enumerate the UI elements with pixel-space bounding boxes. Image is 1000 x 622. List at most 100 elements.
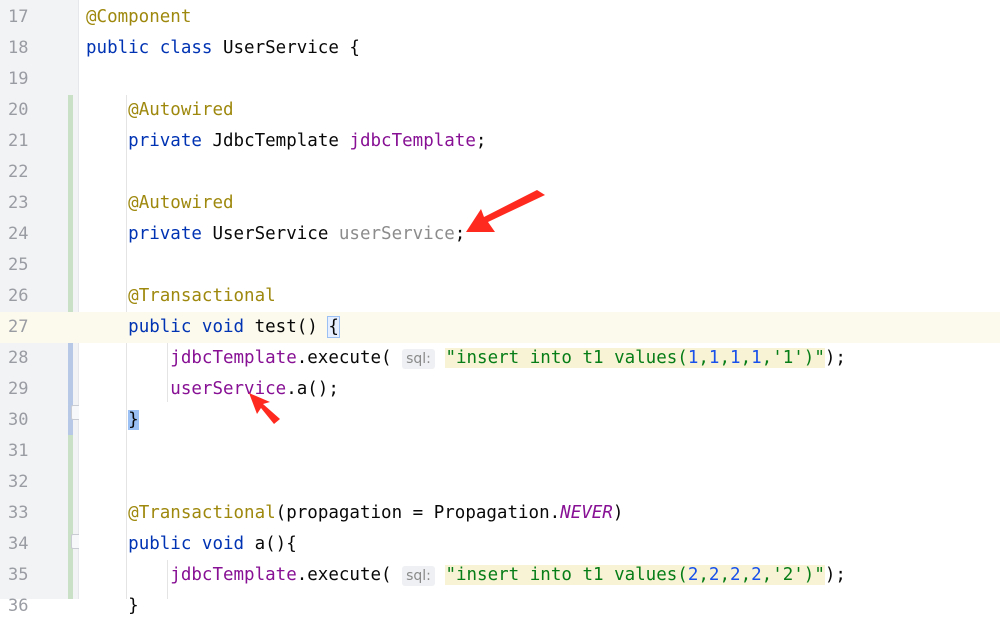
code-line[interactable]: 32 <box>0 467 1000 498</box>
line-number[interactable]: 19 <box>8 64 38 95</box>
code-text[interactable]: @Transactional(propagation = Propagation… <box>86 498 623 529</box>
code-token: private <box>128 131 202 151</box>
code-token: @Autowired <box>128 193 234 213</box>
code-line[interactable]: 36 } <box>0 591 1000 622</box>
line-number[interactable]: 21 <box>8 126 38 157</box>
line-number[interactable]: 33 <box>8 498 38 529</box>
code-token: ,'2')" <box>761 565 825 585</box>
code-token: @Transactional <box>128 286 276 306</box>
line-number[interactable]: 27 <box>8 312 38 343</box>
line-number[interactable]: 18 <box>8 33 38 64</box>
code-token: void <box>201 317 245 337</box>
code-token: " <box>445 348 456 368</box>
code-line[interactable]: 25 <box>0 250 1000 281</box>
line-number[interactable]: 22 <box>8 157 38 188</box>
code-token: private <box>128 224 202 244</box>
line-number[interactable]: 26 <box>8 281 38 312</box>
line-number[interactable]: 24 <box>8 219 38 250</box>
code-token: JdbcTemplate <box>201 131 350 151</box>
code-token: 1 <box>687 348 699 368</box>
line-number[interactable]: 31 <box>8 436 38 467</box>
code-line[interactable]: 31 <box>0 436 1000 467</box>
code-text[interactable]: private UserService userService; <box>86 219 465 250</box>
code-text[interactable]: public void a(){ <box>86 529 297 560</box>
line-number[interactable]: 29 <box>8 374 38 405</box>
code-token: jdbcTemplate <box>349 131 476 151</box>
code-token: insert <box>455 348 520 368</box>
code-line[interactable]: 27 public void test() { <box>0 312 1000 343</box>
code-line[interactable]: 17 @Component <box>0 2 1000 33</box>
line-number[interactable]: 30 <box>8 405 38 436</box>
code-token: jdbcTemplate <box>170 565 297 585</box>
code-line[interactable]: 23 @Autowired <box>0 188 1000 219</box>
code-line[interactable]: 20 @Autowired <box>0 95 1000 126</box>
line-number[interactable]: 34 <box>8 529 38 560</box>
code-token <box>519 348 530 368</box>
code-token: ) <box>612 503 624 523</box>
code-token: into <box>529 348 572 368</box>
code-text[interactable]: @Transactional <box>86 281 276 312</box>
code-line[interactable]: 21 private JdbcTemplate jdbcTemplate; <box>0 126 1000 157</box>
code-line[interactable]: 18 public class UserService { <box>0 33 1000 64</box>
code-token: , <box>698 348 709 368</box>
code-token: , <box>698 565 709 585</box>
line-number[interactable]: 23 <box>8 188 38 219</box>
code-token: userService <box>338 224 455 244</box>
code-line[interactable]: 33 @Transactional(propagation = Propagat… <box>0 498 1000 529</box>
code-text[interactable]: jdbcTemplate.execute( sql: "insert into … <box>86 560 846 592</box>
code-line[interactable]: 30 } <box>0 405 1000 436</box>
code-token: public <box>128 534 192 554</box>
code-token: ); <box>824 348 846 368</box>
code-line[interactable]: 26 @Transactional <box>0 281 1000 312</box>
code-text[interactable]: public void test() { <box>86 312 340 343</box>
code-token: test() <box>244 317 329 337</box>
line-number[interactable]: 36 <box>8 591 38 622</box>
code-line[interactable]: 24 private UserService userService; <box>0 219 1000 250</box>
code-token: 1 <box>751 348 762 368</box>
code-text[interactable]: jdbcTemplate.execute( sql: "insert into … <box>86 343 846 375</box>
code-line[interactable]: 22 <box>0 157 1000 188</box>
line-number[interactable]: 35 <box>8 560 38 591</box>
code-text[interactable]: userService.a(); <box>86 374 339 405</box>
code-text[interactable]: } <box>86 405 139 436</box>
code-line[interactable]: 34 public void a(){ <box>0 529 1000 560</box>
code-token: into <box>529 565 572 585</box>
code-token: " <box>445 565 456 585</box>
code-text[interactable]: private JdbcTemplate jdbcTemplate; <box>86 126 486 157</box>
code-token: ( <box>677 348 688 368</box>
code-token: ( <box>677 565 688 585</box>
code-token: jdbcTemplate <box>170 348 297 368</box>
code-token: @Component <box>86 7 192 27</box>
code-text[interactable]: } <box>86 591 139 622</box>
code-text[interactable]: public class UserService { <box>86 33 360 64</box>
code-text[interactable]: @Autowired <box>86 188 234 219</box>
line-number[interactable]: 17 <box>8 2 38 33</box>
code-line[interactable]: 35 jdbcTemplate.execute( sql: "insert in… <box>0 560 1000 591</box>
line-number[interactable]: 32 <box>8 467 38 498</box>
line-number[interactable]: 28 <box>8 343 38 374</box>
line-number[interactable]: 20 <box>8 95 38 126</box>
code-token: @Transactional <box>128 503 276 523</box>
code-token: 2 <box>730 565 741 585</box>
code-token: (propagation = Propagation. <box>275 503 561 523</box>
line-number[interactable]: 25 <box>8 250 38 281</box>
code-token: , <box>740 348 752 368</box>
code-text[interactable]: @Autowired <box>86 95 233 126</box>
code-text[interactable]: @Component <box>86 2 191 33</box>
code-token: , <box>740 565 752 585</box>
code-token: .execute( <box>296 565 403 585</box>
code-line[interactable]: 29 userService.a(); <box>0 374 1000 405</box>
code-line[interactable]: 19 <box>0 64 1000 95</box>
code-token: ; <box>475 131 487 151</box>
code-line[interactable]: 28 jdbcTemplate.execute( sql: "insert in… <box>0 343 1000 374</box>
